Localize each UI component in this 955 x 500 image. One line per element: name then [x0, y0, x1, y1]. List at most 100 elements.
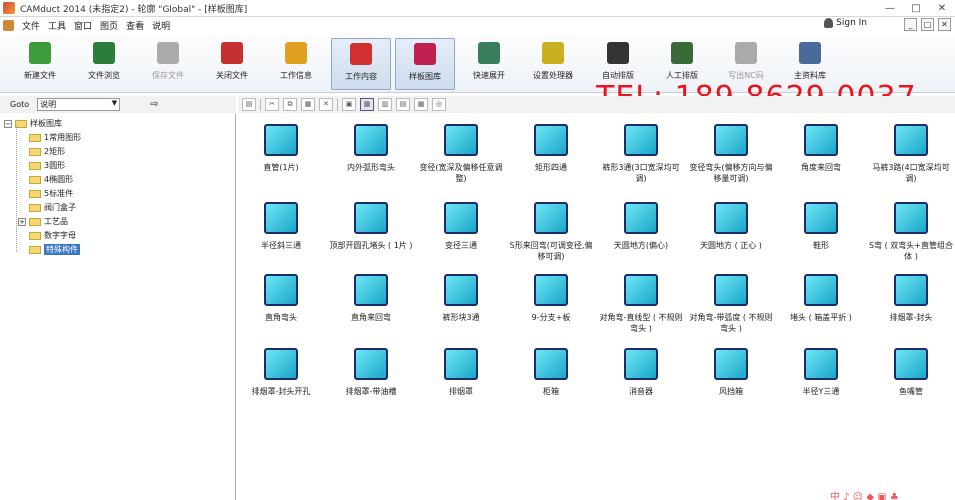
library-item[interactable]: 排烟罩-带油槽 — [328, 348, 414, 397]
library-item-label: 排烟罩-封头 — [889, 313, 933, 322]
library-item-label: 变径弯头(偏移方向与偏移量可调) — [689, 163, 773, 183]
menu-file[interactable]: 文件 — [22, 19, 40, 32]
content-tool-button-4[interactable]: ✕ — [319, 98, 333, 111]
library-item[interactable]: S弯 ( 双弯头+直管组合体 ) — [868, 202, 954, 262]
library-item[interactable]: 鱼嘴管 — [868, 348, 954, 397]
menu-tools[interactable]: 工具 — [48, 19, 66, 32]
tree-item[interactable]: 特殊构件 — [29, 243, 80, 256]
library-item[interactable]: 直角弯头 — [238, 274, 324, 323]
tree-item[interactable]: + 工艺品 — [18, 215, 68, 228]
library-item[interactable]: 9-分支+板 — [508, 274, 594, 323]
library-item[interactable]: 变径(宽深及偏移任意调整) — [418, 124, 504, 184]
library-item[interactable]: 变径弯头(偏移方向与偏移量可调) — [688, 124, 774, 184]
library-item[interactable]: 半径斜三通 — [238, 202, 324, 251]
library-item[interactable]: 马裤3路(4口宽深均可调) — [868, 124, 954, 184]
library-item-label: 裤形块3通 — [442, 313, 480, 322]
library-item-label: 鞋形 — [813, 241, 829, 250]
library-item-label: 马裤3路(4口宽深均可调) — [872, 163, 950, 183]
duct-fitting-icon — [444, 124, 478, 156]
goto-selected-value: 说明 — [40, 100, 57, 109]
folder-icon — [29, 175, 41, 184]
library-item[interactable]: 半径Y三通 — [778, 348, 864, 397]
minimize-button[interactable]: — — [877, 0, 903, 16]
library-item[interactable]: 裤形块3通 — [418, 274, 504, 323]
mdi-close-button[interactable]: ✕ — [938, 18, 951, 31]
library-item[interactable]: 变径三通 — [418, 202, 504, 251]
duct-fitting-icon — [894, 124, 928, 156]
library-item-label: 直角弯头 — [265, 313, 297, 322]
library-item[interactable]: 排烟罩-封头 — [868, 274, 954, 323]
content-tool-button-9[interactable]: ▦ — [414, 98, 428, 111]
close-button[interactable]: ✕ — [929, 0, 955, 16]
tree-item[interactable]: 数字字母 — [29, 229, 76, 242]
library-item-label: 内外弧形弯头 — [347, 163, 395, 172]
content-tool-button-2[interactable]: ⧉ — [283, 98, 297, 111]
content-tool-button-5[interactable]: ▣ — [342, 98, 356, 111]
content-tool-button-7[interactable]: ▥ — [378, 98, 392, 111]
library-item[interactable]: S形来回弯(可调变径,偏移可调) — [508, 202, 594, 262]
library-item[interactable]: 天圆地方 ( 正心 ) — [688, 202, 774, 251]
toolbar-button-pattern-library[interactable]: 样板图库 — [395, 38, 455, 90]
menu-help[interactable]: 说明 — [152, 19, 170, 32]
library-item[interactable]: 天圆地方(偏心) — [598, 202, 684, 251]
library-item[interactable]: 直角来回弯 — [328, 274, 414, 323]
content-tool-button-6[interactable]: ▦ — [360, 98, 374, 111]
menu-view[interactable]: 查看 — [126, 19, 144, 32]
mdi-restore-button[interactable]: □ — [921, 18, 934, 31]
menu-app-icon[interactable] — [3, 20, 14, 31]
toolbar-button-info[interactable]: 工作信息 — [266, 38, 326, 90]
library-item[interactable]: 风挡箱 — [688, 348, 774, 397]
toolbar-button-file-browse[interactable]: 文件浏览 — [74, 38, 134, 90]
duct-fitting-icon — [534, 348, 568, 380]
expand-icon[interactable]: + — [18, 217, 26, 226]
toolbar-button-job-content[interactable]: 工作内容 — [331, 38, 391, 90]
tree-item[interactable]: 4椭圆形 — [29, 173, 73, 186]
library-item[interactable]: 对角弯-带弧度 ( 不规则弯头 ) — [688, 274, 774, 334]
content-tool-button-8[interactable]: ▤ — [396, 98, 410, 111]
content-tool-button-1[interactable]: ✂ — [265, 98, 279, 111]
mdi-minimize-button[interactable]: _ — [904, 18, 917, 31]
toolbar-button-quick-unfold[interactable]: 快速展开 — [459, 38, 519, 90]
duct-fitting-icon — [624, 202, 658, 234]
toolbar-button-new-file[interactable]: 新建文件 — [10, 38, 70, 90]
library-item[interactable]: 直管(1片) — [238, 124, 324, 173]
job-content-icon — [350, 43, 372, 65]
sign-in-label: Sign In — [836, 18, 867, 28]
library-item[interactable]: 鞋形 — [778, 202, 864, 251]
content-tool-button-10[interactable]: ◎ — [432, 98, 446, 111]
write-nc-icon — [735, 42, 757, 64]
library-item[interactable]: 排烟罩-封头开孔 — [238, 348, 324, 397]
maximize-button[interactable]: □ — [903, 0, 929, 16]
content-tool-button-0[interactable]: ▤ — [242, 98, 256, 111]
content-toolbar: ▤ ✂ ⧉ ▦ ✕ ▣ ▦ ▥ ▤ ▦ ◎ — [238, 96, 955, 113]
toolbar-button-label: 关闭文件 — [216, 71, 248, 80]
goto-dropdown[interactable]: 说明 ▼ — [37, 98, 121, 111]
library-item[interactable]: 内外弧形弯头 — [328, 124, 414, 173]
library-item[interactable]: 裤形3通(3口宽深均可调) — [598, 124, 684, 184]
tree-item[interactable]: 3圆形 — [29, 159, 65, 172]
library-item[interactable]: 堵头 ( 箱盖平折 ) — [778, 274, 864, 323]
tree-item[interactable]: 5标准件 — [29, 187, 73, 200]
tree-root-item[interactable]: − 样板图库 — [4, 117, 62, 130]
menu-page[interactable]: 图页 — [100, 19, 118, 32]
folder-icon — [29, 161, 41, 170]
sign-in-link[interactable]: Sign In — [824, 18, 867, 28]
toolbar-button-close-file[interactable]: 关闭文件 — [202, 38, 262, 90]
library-item[interactable]: 对角弯-直线型 ( 不规则弯头 ) — [598, 274, 684, 334]
toolbar-button-settings-processor[interactable]: 设置处理器 — [523, 38, 583, 90]
go-arrow-icon[interactable]: ⇨ — [150, 99, 158, 110]
library-item-label: 半径斜三通 — [261, 241, 301, 250]
tree-item[interactable]: 1常用图形 — [29, 131, 81, 144]
menu-window[interactable]: 窗口 — [74, 19, 92, 32]
tree-item[interactable]: 阀门盒子 — [29, 201, 76, 214]
collapse-icon[interactable]: − — [4, 119, 12, 128]
content-tool-button-3[interactable]: ▦ — [301, 98, 315, 111]
library-item[interactable]: 柜箱 — [508, 348, 594, 397]
library-item[interactable]: 排烟罩 — [418, 348, 504, 397]
library-item[interactable]: 消音器 — [598, 348, 684, 397]
library-item[interactable]: 角度来回弯 — [778, 124, 864, 173]
folder-icon — [29, 189, 41, 198]
library-item[interactable]: 矩形四通 — [508, 124, 594, 173]
tree-item[interactable]: 2矩形 — [29, 145, 65, 158]
library-item[interactable]: 顶部开圆孔堵头 ( 1片 ) — [328, 202, 414, 251]
